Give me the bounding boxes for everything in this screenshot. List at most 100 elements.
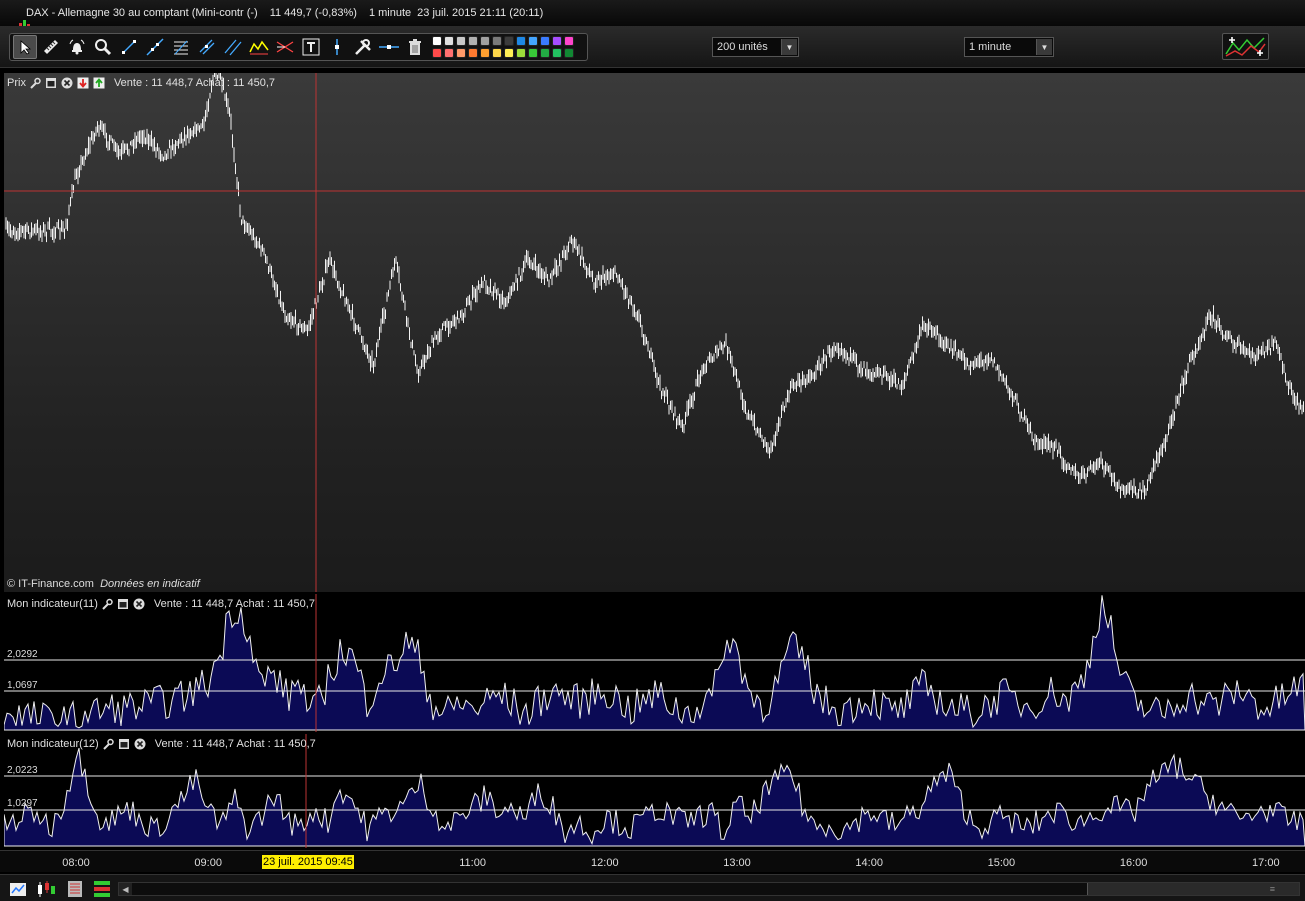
crosshair-time-label: 23 juil. 2015 09:45: [262, 855, 354, 869]
add-indicator-button[interactable]: [66, 880, 84, 898]
wrench-icon[interactable]: [101, 597, 114, 610]
credit-source: © IT-Finance.com: [7, 578, 94, 590]
chart-type-button[interactable]: [36, 880, 55, 898]
last-price: 11 449,7 (-0,83%): [269, 7, 357, 19]
time-tick-label: 12:00: [591, 857, 619, 869]
indicator-11-chart[interactable]: [4, 594, 1305, 732]
price-panel[interactable]: Prix Vente : 11 448,7 Achat : 11 450,7 ©…: [4, 73, 1305, 592]
color-swatch[interactable]: [516, 48, 526, 58]
color-swatch[interactable]: [540, 36, 550, 46]
chevron-down-icon[interactable]: ▼: [781, 39, 797, 55]
channel-tool-button[interactable]: [195, 35, 219, 59]
fibonacci-tool-button[interactable]: [169, 35, 193, 59]
wrench-icon[interactable]: [102, 737, 115, 750]
zoom-tool-button[interactable]: [91, 35, 115, 59]
interval-select[interactable]: 1 minute ▼: [964, 37, 1054, 57]
wrench-icon[interactable]: [29, 76, 42, 89]
time-tick-label: 13:00: [723, 857, 751, 869]
move-down-icon[interactable]: [77, 76, 90, 89]
interval-select-value: 1 minute: [969, 41, 1012, 53]
pattern-tool-button[interactable]: [247, 35, 271, 59]
bid-ask-quote: Vente : 11 448,7 Achat : 11 450,7: [113, 76, 276, 89]
color-swatch[interactable]: [480, 36, 490, 46]
color-swatch[interactable]: [504, 48, 514, 58]
chart-export-icon: [10, 883, 26, 896]
cursor-icon: [20, 40, 32, 55]
color-swatch[interactable]: [552, 48, 562, 58]
color-swatch[interactable]: [564, 36, 574, 46]
color-swatch[interactable]: [468, 36, 478, 46]
color-swatch[interactable]: [504, 36, 514, 46]
chevron-down-icon[interactable]: ▼: [1036, 39, 1052, 55]
color-swatch[interactable]: [492, 48, 502, 58]
price-panel-header: Prix Vente : 11 448,7 Achat : 11 450,7: [7, 76, 275, 89]
color-swatch[interactable]: [480, 48, 490, 58]
color-swatch[interactable]: [540, 48, 550, 58]
interval-text: 1 minute: [368, 7, 412, 19]
color-swatch[interactable]: [456, 48, 466, 58]
color-swatch[interactable]: [552, 36, 562, 46]
layout-button[interactable]: [92, 880, 110, 898]
horizontal-line-tool-button[interactable]: [377, 35, 401, 59]
parallel-lines-icon: [224, 39, 242, 56]
color-swatch[interactable]: [444, 36, 454, 46]
color-swatch[interactable]: [444, 48, 454, 58]
cursor-tool-button[interactable]: [13, 35, 37, 59]
indicator-panel-12[interactable]: Mon indicateur(12) Vente : 11 448,7 Acha…: [4, 734, 1305, 848]
color-swatch[interactable]: [492, 36, 502, 46]
color-swatch[interactable]: [456, 36, 466, 46]
zigzag-pattern-icon: [249, 40, 269, 55]
close-icon[interactable]: [133, 597, 146, 610]
close-icon[interactable]: [61, 76, 74, 89]
units-select-value: 200 unités: [717, 41, 768, 53]
color-swatch[interactable]: [528, 36, 538, 46]
color-swatch[interactable]: [432, 36, 442, 46]
color-swatch[interactable]: [468, 48, 478, 58]
vertical-line-tool-button[interactable]: [325, 35, 349, 59]
window-icon[interactable]: [117, 597, 130, 610]
fibonacci-icon: [174, 40, 188, 55]
parallel-tool-button[interactable]: [221, 35, 245, 59]
magnifier-icon: [95, 39, 112, 56]
bottom-bar: ◀ ≡: [0, 874, 1305, 901]
delete-drawings-button[interactable]: [403, 35, 427, 59]
scrollbar-thumb[interactable]: ≡: [1087, 883, 1299, 895]
segment-tool-button[interactable]: [117, 35, 141, 59]
price-chart[interactable]: [4, 73, 1305, 592]
close-icon[interactable]: [134, 737, 147, 750]
chart-app-icon: [6, 6, 31, 31]
bid-ask-quote: Vente : 11 448,7 Achat : 11 450,7: [154, 737, 316, 750]
time-axis[interactable]: 08:00 09:00 11:00 12:00 13:00 14:00 15:00 16:00…: [0, 850, 1305, 872]
time-tick-label: 15:00: [987, 857, 1016, 869]
alarm-tool-button[interactable]: [65, 35, 89, 59]
scroll-left-arrow-icon[interactable]: ◀: [119, 883, 132, 895]
window-icon[interactable]: [45, 76, 58, 89]
units-select[interactable]: 200 unités ▼: [712, 37, 799, 57]
indicator-12-title: Mon indicateur(12): [7, 737, 99, 750]
datetime-text: 23 juil. 2015 21:11 (20:11): [417, 7, 544, 19]
settings-tool-button[interactable]: [351, 35, 375, 59]
text-tool-button[interactable]: [299, 35, 323, 59]
indicator-12-header: Mon indicateur(12) Vente : 11 448,7 Acha…: [7, 737, 316, 750]
export-chart-button[interactable]: [9, 880, 27, 898]
channel-icon: [199, 39, 215, 55]
line-tool-button[interactable]: [143, 35, 167, 59]
tools-wrench-icon: [355, 39, 371, 55]
color-swatch[interactable]: [564, 48, 574, 58]
indicator-11-title: Mon indicateur(11): [7, 597, 98, 610]
horizontal-scrollbar[interactable]: ◀ ≡: [118, 882, 1300, 896]
indicator-panel-11[interactable]: Mon indicateur(11) Vente : 11 448,7 Acha…: [4, 594, 1305, 732]
price-panel-title: Prix: [7, 76, 26, 89]
drawing-tools: [9, 33, 588, 61]
chart-style-button[interactable]: [1222, 33, 1269, 60]
color-swatch[interactable]: [516, 36, 526, 46]
indicator-area: [4, 747, 1305, 847]
color-swatch[interactable]: [432, 48, 442, 58]
data-credit: © IT-Finance.com Données en indicatif: [7, 578, 200, 590]
window-icon[interactable]: [118, 737, 131, 750]
move-up-icon[interactable]: [93, 76, 106, 89]
indicator-12-chart[interactable]: [4, 734, 1305, 848]
ruler-tool-button[interactable]: [39, 35, 63, 59]
color-swatch[interactable]: [528, 48, 538, 58]
triangle-tool-button[interactable]: [273, 35, 297, 59]
